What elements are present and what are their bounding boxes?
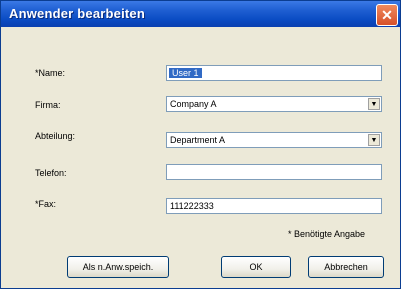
title-bar[interactable]: Anwender bearbeiten ✕	[1, 1, 400, 27]
chevron-down-icon: ▼	[370, 100, 378, 108]
name-label: *Name:	[35, 68, 66, 78]
abteilung-dropdown[interactable]: Department A ▼	[166, 132, 382, 148]
ok-button[interactable]: OK	[221, 256, 291, 278]
abteilung-label: Abteilung:	[35, 131, 76, 141]
cancel-button[interactable]: Abbrechen	[308, 256, 384, 278]
firma-label: Firma:	[35, 100, 61, 110]
close-button[interactable]: ✕	[376, 4, 398, 26]
dialog-title: Anwender bearbeiten	[9, 6, 145, 21]
firma-dropdown-button[interactable]: ▼	[368, 98, 380, 110]
edit-user-dialog: Anwender bearbeiten ✕ *Name: User 1 Firm…	[0, 0, 401, 289]
chevron-down-icon: ▼	[370, 136, 378, 144]
fax-label: *Fax:	[35, 199, 57, 209]
name-value: User 1	[169, 68, 202, 78]
save-as-new-user-button[interactable]: Als n.Anw.speich.	[67, 256, 169, 278]
required-note: * Benötigte Angabe	[288, 229, 366, 239]
fax-field[interactable]: 111222333	[166, 198, 382, 214]
abteilung-dropdown-button[interactable]: ▼	[368, 134, 380, 146]
name-field[interactable]: User 1	[166, 65, 382, 81]
fax-value: 111222333	[170, 201, 214, 211]
telefon-label: Telefon:	[35, 168, 67, 178]
abteilung-value: Department A	[170, 135, 226, 145]
firma-value: Company A	[170, 99, 217, 109]
close-icon: ✕	[381, 7, 393, 23]
firma-dropdown[interactable]: Company A ▼	[166, 96, 382, 112]
telefon-field[interactable]	[166, 164, 382, 180]
